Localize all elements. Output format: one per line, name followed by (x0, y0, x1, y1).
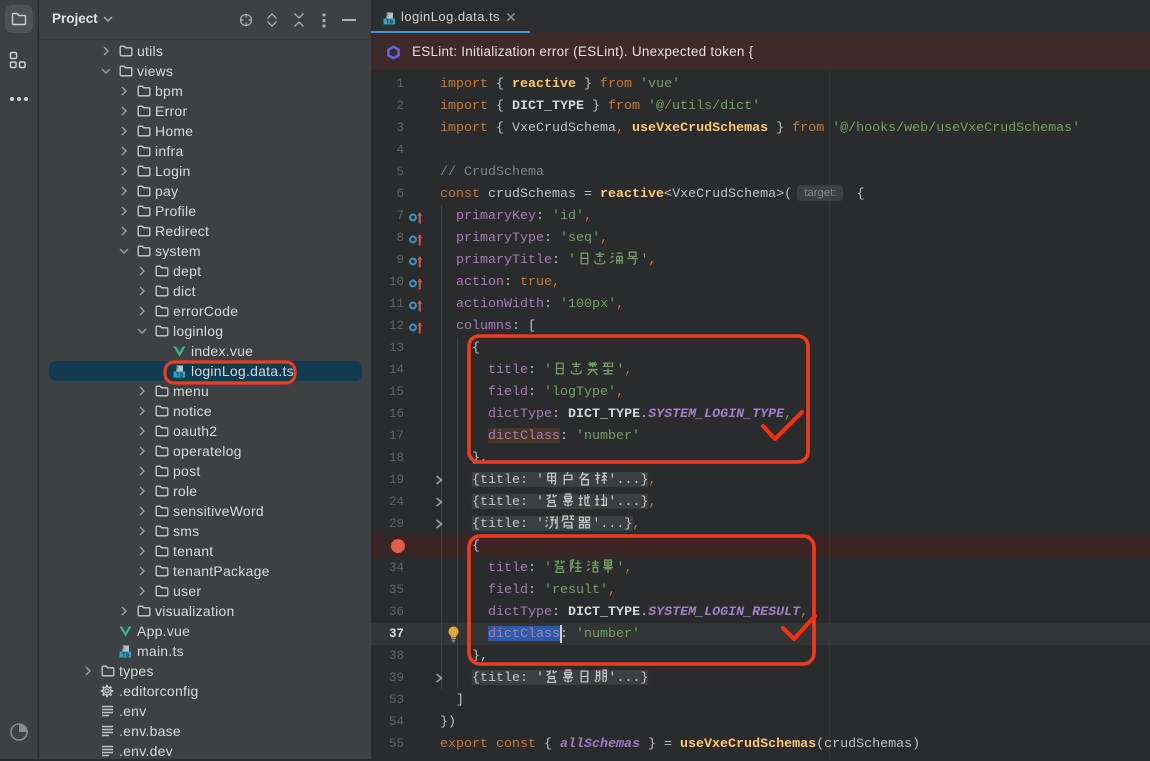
svg-text:TS: TS (122, 653, 129, 659)
